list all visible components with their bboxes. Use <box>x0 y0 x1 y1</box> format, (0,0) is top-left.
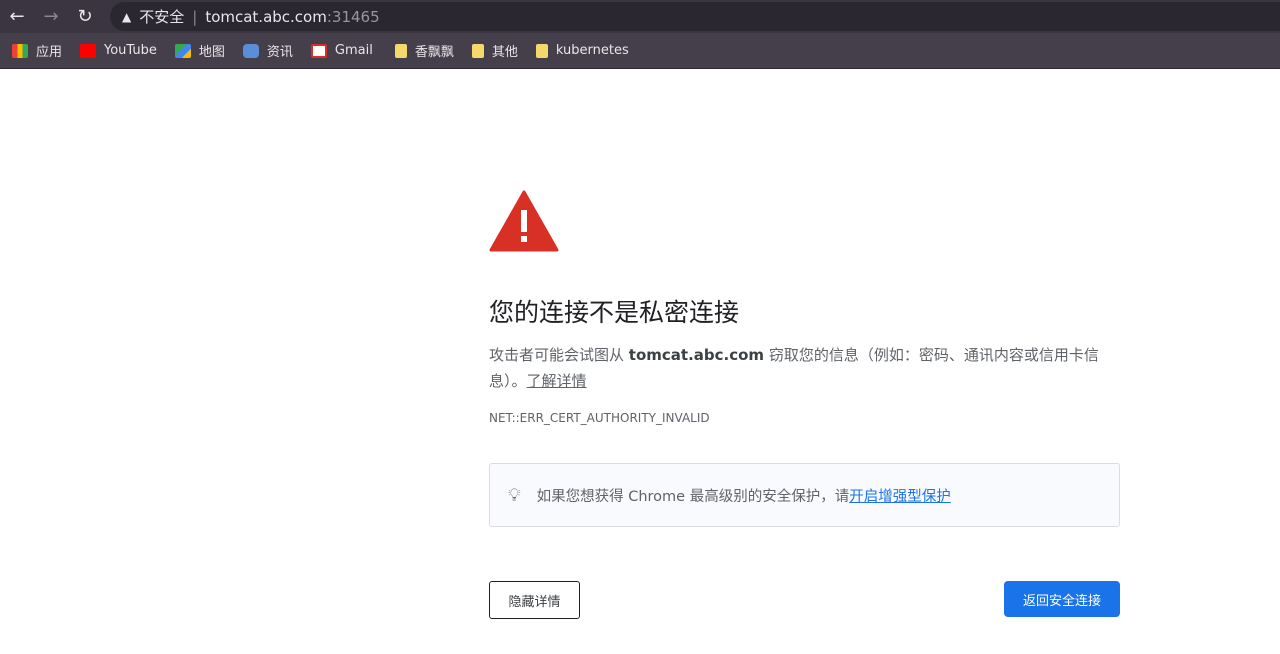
back-arrow-icon[interactable]: ← <box>0 6 34 27</box>
learn-more-link[interactable]: 了解详情 <box>527 372 587 390</box>
forward-arrow-icon[interactable]: → <box>34 6 68 27</box>
folder-icon <box>394 43 407 58</box>
desc-host: tomcat.abc.com <box>628 346 765 364</box>
bookmark-folder[interactable]: 香飘飘 <box>394 41 454 60</box>
error-code: NET::ERR_CERT_AUTHORITY_INVALID <box>489 411 710 425</box>
bookmark-maps[interactable]: 地图 <box>174 41 225 60</box>
url-port: :31465 <box>326 7 380 26</box>
bookmark-label: Gmail <box>334 43 373 58</box>
gmail-icon <box>310 43 327 58</box>
bookmark-folder[interactable]: kubernetes <box>535 43 629 58</box>
bookmark-youtube[interactable]: YouTube <box>80 43 157 58</box>
hide-details-button[interactable]: 隐藏详情 <box>489 581 580 619</box>
youtube-icon <box>80 43 97 58</box>
warning-triangle-icon <box>489 190 559 252</box>
bookmark-label: 应用 <box>36 45 63 60</box>
apps-grid-icon <box>12 43 28 58</box>
divider: | <box>192 7 198 26</box>
warning-icon[interactable]: ▲ <box>122 10 131 24</box>
reload-icon[interactable]: ↻ <box>68 6 102 27</box>
enhanced-protection-link[interactable]: 开启增强型保护 <box>849 485 951 506</box>
folder-icon <box>471 43 484 58</box>
security-label[interactable]: 不安全 <box>139 6 184 27</box>
tip-text: 如果您想获得 Chrome 最高级别的安全保护，请 <box>536 488 850 505</box>
address-bar[interactable]: ▲ 不安全 | tomcat.abc.com:31465 <box>110 2 1280 31</box>
bookmark-apps[interactable]: 应用 <box>12 41 62 60</box>
bookmark-label: YouTube <box>104 43 157 58</box>
bookmarks-bar: 应用 YouTube 地图 资讯 Gmail 香飘飘 其他 kubernetes <box>0 33 1280 69</box>
lightbulb-icon: 💡︎ <box>508 484 521 506</box>
bookmark-gmail[interactable]: Gmail <box>310 43 373 58</box>
back-to-safety-button[interactable]: 返回安全连接 <box>1004 581 1120 617</box>
bookmark-label: kubernetes <box>555 43 629 58</box>
maps-icon <box>174 43 191 58</box>
page-title: 您的连接不是私密连接 <box>489 298 740 327</box>
description: 攻击者可能会试图从 tomcat.abc.com 窃取您的信息（例如：密码、通讯… <box>489 342 1120 394</box>
bookmark-label: 资讯 <box>266 45 293 60</box>
bookmark-news[interactable]: 资讯 <box>242 41 293 60</box>
url-host: tomcat.abc.com <box>205 7 327 26</box>
bookmark-label: 地图 <box>198 45 225 60</box>
bookmark-folder[interactable]: 其他 <box>471 41 518 60</box>
news-icon <box>242 43 259 58</box>
bookmark-label: 香飘飘 <box>414 45 454 60</box>
folder-icon <box>535 43 548 58</box>
desc-prefix: 攻击者可能会试图从 <box>489 346 629 364</box>
browser-toolbar: ← → ↻ ▲ 不安全 | tomcat.abc.com:31465 <box>0 0 1280 33</box>
enhanced-protection-tip: 💡︎ 如果您想获得 Chrome 最高级别的安全保护，请 开启增强型保护 <box>489 463 1120 527</box>
bookmark-label: 其他 <box>491 45 518 60</box>
